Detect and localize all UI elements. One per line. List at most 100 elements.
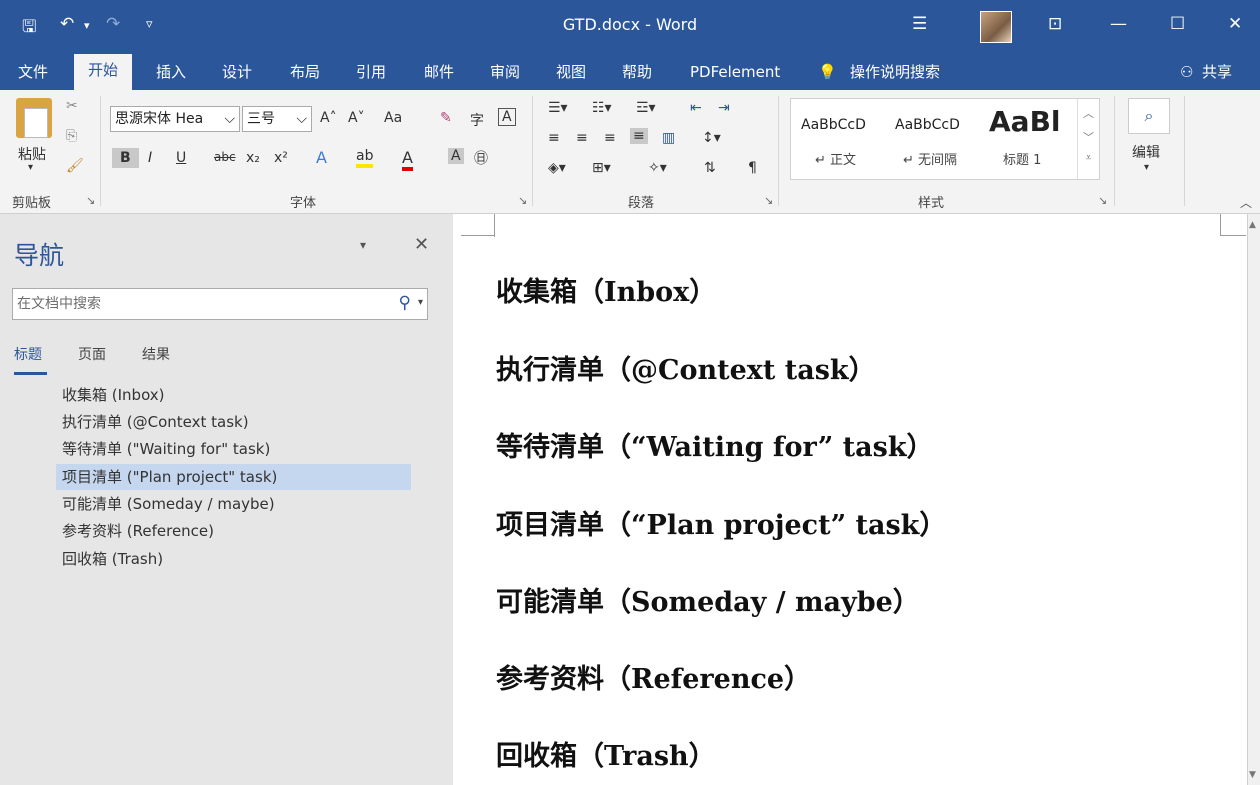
editing-button[interactable]: 编辑 xyxy=(1132,142,1160,162)
borders-icon[interactable]: ⊞▾ xyxy=(592,160,611,176)
tab-layout[interactable]: 布局 xyxy=(290,60,320,84)
multilevel-list-icon[interactable]: ☲▾ xyxy=(636,100,656,116)
text-effects-button[interactable]: A xyxy=(316,148,327,167)
numbering-icon[interactable]: ☷▾ xyxy=(592,100,612,116)
tab-review[interactable]: 审阅 xyxy=(490,60,520,84)
editing-dropdown-icon[interactable]: ▾ xyxy=(1144,162,1149,173)
increase-indent-icon[interactable]: ⇥ xyxy=(718,100,730,116)
crop-mark xyxy=(461,214,495,236)
tab-pdfelement[interactable]: PDFelement xyxy=(690,60,780,84)
font-size-select[interactable]: 三号 ⌵ xyxy=(242,106,312,132)
shrink-font-button[interactable]: A˅ xyxy=(348,110,365,126)
ribbon: 粘贴 ▾ ✂ ⎘ 🖌 剪贴板 ↘ 思源宋体 Hea ⌵ 三号 ⌵ A˄ A˅ A… xyxy=(0,90,1260,214)
close-button[interactable]: ✕ xyxy=(1228,14,1242,34)
grow-font-button[interactable]: A˄ xyxy=(320,110,337,126)
tab-file[interactable]: 文件 xyxy=(18,60,48,84)
distributed-icon[interactable]: ▥ xyxy=(662,130,675,146)
nav-heading-someday[interactable]: 可能清单 (Someday / maybe) xyxy=(56,491,411,517)
tell-me-search[interactable]: 操作说明搜索 xyxy=(850,60,940,84)
window-title: GTD.docx - Word xyxy=(562,15,698,34)
minimize-button[interactable]: — xyxy=(1110,14,1127,34)
format-painter-icon[interactable]: 🖌 xyxy=(66,158,84,174)
search-icon[interactable]: ⚲ xyxy=(399,293,411,313)
share-button[interactable]: 共享 xyxy=(1202,60,1232,84)
pane-options-icon[interactable]: ▾ xyxy=(360,238,366,252)
align-center-icon[interactable]: ≡ xyxy=(576,130,588,146)
character-border-icon[interactable]: A xyxy=(498,108,516,126)
ribbon-display-options-icon[interactable]: ⊡ xyxy=(1048,14,1062,34)
styles-scroll[interactable]: ︿ ﹀ ⩡ xyxy=(1077,99,1099,179)
lightbulb-icon[interactable]: 💡 xyxy=(818,60,837,84)
search-icon[interactable]: ⌕ xyxy=(1128,98,1170,134)
options-icon[interactable]: ☰ xyxy=(912,14,927,34)
bullets-icon[interactable]: ☰▾ xyxy=(548,100,568,116)
strikethrough-button[interactable]: abc xyxy=(214,150,236,164)
style-normal[interactable]: AaBbCcD ↵ 正文 xyxy=(795,99,885,179)
tab-references[interactable]: 引用 xyxy=(356,60,386,84)
font-color-button[interactable]: A xyxy=(402,148,413,171)
nav-heading-project[interactable]: 项目清单 ("Plan project" task) xyxy=(56,464,411,490)
nav-heading-reference[interactable]: 参考资料 (Reference) xyxy=(56,518,411,544)
style-heading-1[interactable]: AaBl 标题 1 xyxy=(983,99,1069,179)
more-styles-icon[interactable]: ⩡ xyxy=(1078,151,1099,165)
styles-launcher-icon[interactable]: ↘ xyxy=(1098,194,1107,207)
clear-formatting-icon[interactable]: ✎ xyxy=(440,110,452,126)
subscript-button[interactable]: x₂ xyxy=(246,150,260,166)
nav-heading-waiting[interactable]: 等待清单 ("Waiting for" task) xyxy=(56,436,411,462)
close-icon[interactable]: ✕ xyxy=(414,234,429,255)
nav-heading-inbox[interactable]: 收集箱 (Inbox) xyxy=(56,382,411,408)
avatar[interactable] xyxy=(980,11,1012,43)
scroll-down-icon[interactable]: ▼ xyxy=(1249,770,1256,780)
align-left-icon[interactable]: ≡ xyxy=(548,130,560,146)
align-right-icon[interactable]: ≡ xyxy=(604,130,616,146)
clipboard-launcher-icon[interactable]: ↘ xyxy=(86,194,95,207)
search-options-icon[interactable]: ▾ xyxy=(418,297,423,308)
font-group-label: 字体 xyxy=(290,196,317,211)
cut-icon[interactable]: ✂ xyxy=(66,98,78,114)
shading-icon[interactable]: ◈▾ xyxy=(548,160,566,176)
scroll-up-icon[interactable]: ︿ xyxy=(1078,105,1099,121)
scroll-up-icon[interactable]: ▲ xyxy=(1249,220,1256,230)
maximize-button[interactable]: ☐ xyxy=(1170,14,1185,34)
superscript-button[interactable]: x² xyxy=(274,150,288,166)
font-launcher-icon[interactable]: ↘ xyxy=(518,194,527,207)
tab-home[interactable]: 开始 xyxy=(74,54,133,90)
line-spacing-icon[interactable]: ↕▾ xyxy=(702,130,721,146)
highlight-button[interactable]: ab xyxy=(356,148,374,168)
chinese-layout-icon[interactable]: ✧▾ xyxy=(648,160,667,176)
nav-heading-context[interactable]: 执行清单 (@Context task) xyxy=(56,409,411,435)
nav-heading-trash[interactable]: 回收箱 (Trash) xyxy=(56,546,411,572)
vertical-scrollbar[interactable]: ▲ ▼ xyxy=(1247,214,1260,785)
enclose-characters-button[interactable]: ㊐ xyxy=(474,148,488,168)
person-icon[interactable]: ⚇ xyxy=(1180,60,1193,84)
style-name-label: 标题 1 xyxy=(1003,153,1042,168)
copy-icon[interactable]: ⎘ xyxy=(66,128,77,144)
tab-design[interactable]: 设计 xyxy=(222,60,252,84)
document-page[interactable]: 收集箱（Inbox） 执行清单（@Context task） 等待清单（“Wai… xyxy=(453,214,1247,785)
tab-view[interactable]: 视图 xyxy=(556,60,586,84)
paste-dropdown-icon[interactable]: ▾ xyxy=(28,162,33,173)
tab-headings[interactable]: 标题 xyxy=(14,344,42,364)
change-case-button[interactable]: Aa xyxy=(384,110,402,126)
show-marks-icon[interactable]: ¶ xyxy=(748,160,757,176)
justify-icon[interactable]: ≡ xyxy=(630,128,648,144)
collapse-ribbon-icon[interactable]: ︿ xyxy=(1240,194,1252,211)
tab-insert[interactable]: 插入 xyxy=(156,60,186,84)
phonetic-guide-icon[interactable]: 字 xyxy=(470,110,484,130)
tab-mailings[interactable]: 邮件 xyxy=(424,60,454,84)
font-name-select[interactable]: 思源宋体 Hea ⌵ xyxy=(110,106,240,132)
tab-results[interactable]: 结果 xyxy=(142,344,170,364)
tab-pages[interactable]: 页面 xyxy=(78,344,106,364)
sort-icon[interactable]: ⇅ xyxy=(704,160,716,176)
decrease-indent-icon[interactable]: ⇤ xyxy=(690,100,702,116)
italic-button[interactable]: I xyxy=(148,150,152,166)
tab-help[interactable]: 帮助 xyxy=(622,60,652,84)
underline-button[interactable]: U xyxy=(176,150,186,166)
search-input[interactable] xyxy=(13,289,373,319)
bold-button[interactable]: B xyxy=(112,148,139,168)
scroll-down-icon[interactable]: ﹀ xyxy=(1078,129,1099,145)
style-no-spacing[interactable]: AaBbCcD ↵ 无间隔 xyxy=(889,99,979,179)
paste-button[interactable]: 粘贴 xyxy=(18,144,46,164)
paragraph-launcher-icon[interactable]: ↘ xyxy=(764,194,773,207)
character-shading-button[interactable]: A xyxy=(448,148,464,164)
